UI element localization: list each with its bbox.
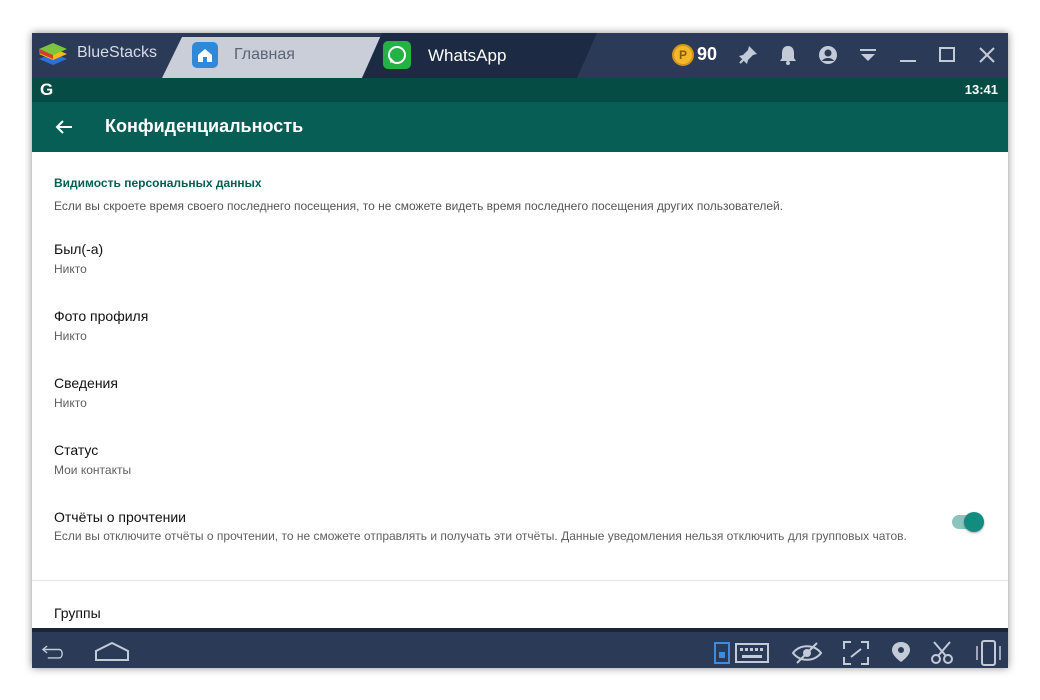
coin-icon[interactable]: P: [672, 44, 694, 66]
keyboard-icon[interactable]: [714, 640, 772, 666]
setting-last-seen[interactable]: Был(-а) Никто: [54, 241, 954, 276]
divider: [32, 580, 1008, 581]
location-icon[interactable]: [887, 640, 915, 666]
tab-home[interactable]: Главная: [162, 33, 382, 78]
setting-value: Никто: [54, 262, 87, 276]
setting-title: Статус: [54, 442, 99, 458]
app-name: BlueStacks: [77, 44, 158, 61]
phone-rotate-icon[interactable]: [974, 640, 1002, 666]
android-status-bar: G 13:41: [32, 78, 1008, 102]
close-icon[interactable]: [975, 43, 999, 67]
section-header: Видимость персональных данных: [54, 176, 262, 190]
back-arrow-icon[interactable]: [52, 115, 76, 139]
tab-whatsapp-label: WhatsApp: [428, 46, 507, 65]
dropdown-icon[interactable]: [856, 43, 880, 67]
setting-status[interactable]: Статус Мои контакты: [54, 442, 954, 477]
setting-value: Мои контакты: [54, 463, 132, 477]
back-icon[interactable]: [38, 640, 66, 666]
eye-slash-icon[interactable]: [790, 640, 824, 666]
page-title: Конфиденциальность: [105, 116, 304, 136]
privacy-settings-list: Видимость персональных данных Если вы ск…: [32, 152, 1008, 628]
section-description: Если вы скроете время своего последнего …: [54, 199, 784, 213]
tab-whatsapp[interactable]: WhatsApp: [362, 33, 597, 78]
setting-title: Группы: [54, 605, 101, 621]
setting-groups[interactable]: Группы: [54, 605, 954, 621]
coin-count: 90: [697, 44, 718, 64]
setting-profile-photo[interactable]: Фото профиля Никто: [54, 308, 954, 343]
pin-icon[interactable]: [736, 43, 760, 67]
setting-description: Если вы отключите отчёты о прочтении, то…: [54, 529, 907, 543]
bell-icon[interactable]: [776, 43, 800, 67]
google-icon: G: [40, 80, 54, 99]
bluestacks-bottom-bar: [32, 628, 1008, 668]
whatsapp-icon: [383, 41, 411, 69]
title-bar: BlueStacks Главная WhatsApp P 90: [32, 33, 1008, 78]
app-toolbar: Конфиденциальность: [32, 102, 1008, 152]
setting-about[interactable]: Сведения Никто: [54, 375, 954, 410]
setting-read-receipts[interactable]: Отчёты о прочтении Если вы отключите отч…: [54, 509, 944, 544]
minimize-icon[interactable]: [896, 43, 920, 67]
home-outline-icon[interactable]: [92, 640, 132, 666]
account-icon[interactable]: [816, 43, 840, 67]
setting-title: Сведения: [54, 375, 118, 391]
setting-title: Отчёты о прочтении: [54, 509, 186, 525]
toggle-knob: [964, 512, 984, 532]
scissors-icon[interactable]: [928, 640, 956, 666]
status-clock: 13:41: [964, 82, 998, 97]
fullscreen-icon[interactable]: [842, 640, 870, 666]
setting-title: Фото профиля: [54, 308, 149, 324]
bluestacks-window: BlueStacks Главная WhatsApp P 90 G 13:41…: [32, 33, 1008, 668]
tab-home-label: Главная: [234, 46, 295, 63]
setting-value: Никто: [54, 396, 87, 410]
read-receipts-toggle[interactable]: [952, 512, 986, 532]
bluestacks-logo-icon: [39, 43, 67, 65]
setting-title: Был(-а): [54, 241, 104, 257]
setting-value: Никто: [54, 329, 87, 343]
maximize-icon[interactable]: [935, 43, 959, 67]
home-icon: [192, 42, 218, 68]
